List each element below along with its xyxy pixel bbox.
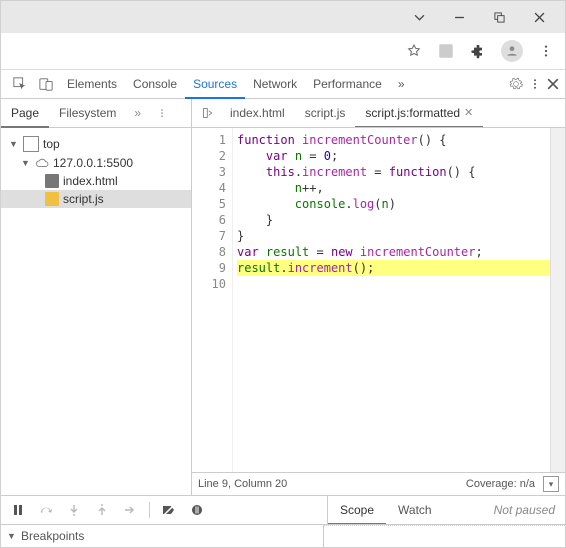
close-button[interactable] — [519, 3, 559, 31]
tree-file-script[interactable]: script.js — [1, 190, 191, 208]
file-tab-label: script.js:formatted — [365, 106, 460, 120]
scrollbar-vertical[interactable] — [550, 128, 565, 472]
browser-toolbar — [1, 33, 565, 70]
file-tab-label: script.js — [305, 106, 346, 120]
kebab-icon[interactable] — [529, 77, 541, 91]
navigator-panel: ▼top ▼127.0.0.1:5500 index.html script.j… — [1, 128, 192, 495]
frame-icon — [23, 136, 39, 152]
file-tabs: index.html script.js script.js:formatted… — [192, 99, 565, 127]
tree-label: top — [43, 137, 60, 151]
breakpoints-header[interactable]: ▼Breakpoints — [1, 525, 324, 547]
file-tab-script-formatted[interactable]: script.js:formatted ✕ — [355, 99, 483, 127]
step-out-icon[interactable] — [93, 501, 111, 519]
close-icon[interactable]: ✕ — [464, 106, 473, 119]
devtools-close-icon[interactable] — [547, 78, 559, 90]
editor-statusbar: Line 9, Column 20 Coverage: n/a ▾ — [192, 472, 565, 495]
tab-sources[interactable]: Sources — [185, 70, 245, 99]
navigator-tabs: Page Filesystem » — [1, 99, 192, 127]
scope-content — [324, 525, 565, 547]
profile-avatar[interactable] — [501, 40, 523, 62]
code-area[interactable]: function incrementCounter() { var n = 0;… — [233, 128, 550, 472]
breakpoints-section: ▼Breakpoints — [1, 524, 565, 547]
line-gutter: 12345678910 — [192, 128, 233, 472]
file-tab-script[interactable]: script.js — [295, 99, 356, 127]
sources-main: ▼top ▼127.0.0.1:5500 index.html script.j… — [1, 128, 565, 495]
menu-icon[interactable] — [537, 42, 555, 60]
tree-label: index.html — [63, 174, 118, 188]
sources-subrow: Page Filesystem » index.html script.js s… — [1, 99, 565, 128]
tab-network[interactable]: Network — [245, 70, 305, 98]
debug-controls — [1, 496, 328, 524]
nav-tabs-overflow-icon[interactable]: » — [126, 99, 149, 127]
coverage-label: Coverage: n/a — [466, 478, 535, 490]
file-tab-index[interactable]: index.html — [220, 99, 295, 127]
inspect-icon[interactable] — [7, 70, 33, 98]
maximize-button[interactable] — [479, 3, 519, 31]
file-nav-icon[interactable] — [196, 99, 220, 127]
tab-scope[interactable]: Scope — [328, 496, 386, 525]
tree-label: 127.0.0.1:5500 — [53, 156, 133, 170]
breakpoints-label: Breakpoints — [21, 529, 84, 543]
minimize-button[interactable] — [439, 3, 479, 31]
tree-top[interactable]: ▼top — [1, 134, 191, 154]
pause-icon[interactable] — [9, 501, 27, 519]
nav-tabs-menu-icon[interactable] — [149, 99, 175, 127]
devtools-tabs: Elements Console Sources Network Perform… — [1, 70, 565, 99]
cursor-position: Line 9, Column 20 — [198, 478, 287, 490]
tree-label: script.js — [63, 192, 104, 206]
file-tab-label: index.html — [230, 106, 285, 120]
show-coverage-icon[interactable]: ▾ — [543, 476, 559, 492]
tree-origin[interactable]: ▼127.0.0.1:5500 — [1, 154, 191, 172]
debug-sidebar-tabs: Scope Watch Not paused — [328, 496, 565, 524]
cloud-icon — [35, 156, 49, 170]
tree-file-index[interactable]: index.html — [1, 172, 191, 190]
tabs-overflow-icon[interactable]: » — [390, 70, 413, 98]
window-titlebar — [1, 1, 565, 33]
editor: 12345678910 function incrementCounter() … — [192, 128, 565, 495]
tab-console[interactable]: Console — [125, 70, 185, 98]
editor-scroll[interactable]: 12345678910 function incrementCounter() … — [192, 128, 565, 472]
tab-dropdown-icon[interactable] — [399, 3, 439, 31]
gear-icon[interactable] — [509, 77, 523, 91]
paused-status: Not paused — [484, 496, 565, 524]
account-icon[interactable] — [437, 42, 455, 60]
file-tree: ▼top ▼127.0.0.1:5500 index.html script.j… — [1, 134, 191, 208]
step-icon[interactable] — [121, 501, 139, 519]
step-over-icon[interactable] — [37, 501, 55, 519]
device-icon[interactable] — [33, 70, 59, 98]
pause-on-exceptions-icon[interactable] — [188, 501, 206, 519]
deactivate-breakpoints-icon[interactable] — [160, 501, 178, 519]
debugger-toolbar: Scope Watch Not paused — [1, 495, 565, 524]
tab-elements[interactable]: Elements — [59, 70, 125, 98]
document-icon — [45, 174, 59, 188]
nav-tab-page[interactable]: Page — [1, 99, 49, 128]
star-icon[interactable] — [405, 42, 423, 60]
tab-performance[interactable]: Performance — [305, 70, 390, 98]
step-into-icon[interactable] — [65, 501, 83, 519]
js-file-icon — [45, 192, 59, 206]
tab-watch[interactable]: Watch — [386, 496, 444, 524]
extensions-icon[interactable] — [469, 42, 487, 60]
nav-tab-filesystem[interactable]: Filesystem — [49, 99, 126, 127]
